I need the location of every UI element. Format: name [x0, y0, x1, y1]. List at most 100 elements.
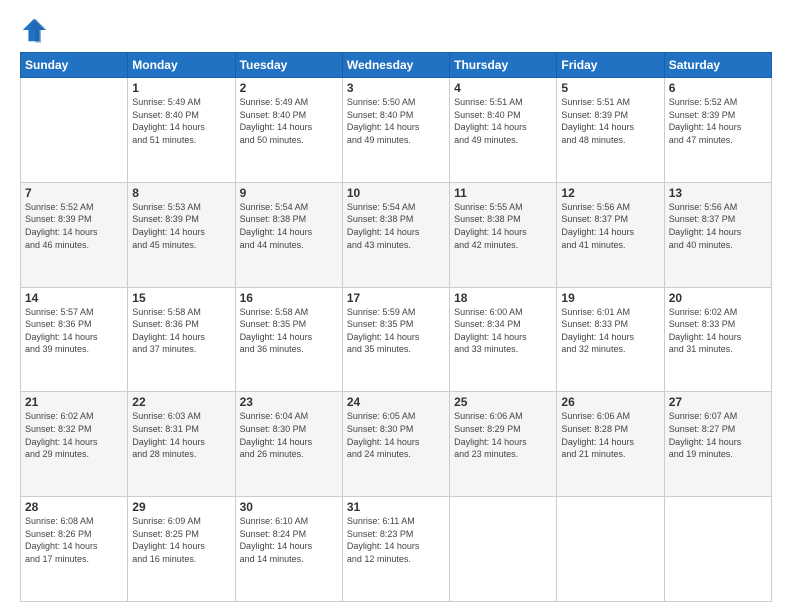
day-number: 30	[240, 500, 338, 514]
day-cell: 9Sunrise: 5:54 AM Sunset: 8:38 PM Daylig…	[235, 182, 342, 287]
day-number: 5	[561, 81, 659, 95]
header	[20, 16, 772, 44]
day-info: Sunrise: 5:56 AM Sunset: 8:37 PM Dayligh…	[561, 201, 659, 251]
day-cell	[21, 78, 128, 183]
day-info: Sunrise: 6:02 AM Sunset: 8:33 PM Dayligh…	[669, 306, 767, 356]
day-info: Sunrise: 6:00 AM Sunset: 8:34 PM Dayligh…	[454, 306, 552, 356]
logo	[20, 16, 52, 44]
day-info: Sunrise: 6:09 AM Sunset: 8:25 PM Dayligh…	[132, 515, 230, 565]
calendar-header: SundayMondayTuesdayWednesdayThursdayFrid…	[21, 53, 772, 78]
day-cell: 23Sunrise: 6:04 AM Sunset: 8:30 PM Dayli…	[235, 392, 342, 497]
day-cell: 24Sunrise: 6:05 AM Sunset: 8:30 PM Dayli…	[342, 392, 449, 497]
day-cell: 14Sunrise: 5:57 AM Sunset: 8:36 PM Dayli…	[21, 287, 128, 392]
day-info: Sunrise: 5:59 AM Sunset: 8:35 PM Dayligh…	[347, 306, 445, 356]
day-info: Sunrise: 5:51 AM Sunset: 8:40 PM Dayligh…	[454, 96, 552, 146]
calendar-body: 1Sunrise: 5:49 AM Sunset: 8:40 PM Daylig…	[21, 78, 772, 602]
day-cell: 22Sunrise: 6:03 AM Sunset: 8:31 PM Dayli…	[128, 392, 235, 497]
day-info: Sunrise: 5:49 AM Sunset: 8:40 PM Dayligh…	[132, 96, 230, 146]
day-cell: 18Sunrise: 6:00 AM Sunset: 8:34 PM Dayli…	[450, 287, 557, 392]
day-number: 12	[561, 186, 659, 200]
header-cell-thursday: Thursday	[450, 53, 557, 78]
day-cell: 8Sunrise: 5:53 AM Sunset: 8:39 PM Daylig…	[128, 182, 235, 287]
day-info: Sunrise: 6:08 AM Sunset: 8:26 PM Dayligh…	[25, 515, 123, 565]
day-info: Sunrise: 5:55 AM Sunset: 8:38 PM Dayligh…	[454, 201, 552, 251]
day-number: 15	[132, 291, 230, 305]
day-number: 11	[454, 186, 552, 200]
day-number: 31	[347, 500, 445, 514]
day-number: 9	[240, 186, 338, 200]
day-cell	[664, 497, 771, 602]
day-number: 27	[669, 395, 767, 409]
week-row-0: 1Sunrise: 5:49 AM Sunset: 8:40 PM Daylig…	[21, 78, 772, 183]
day-cell: 1Sunrise: 5:49 AM Sunset: 8:40 PM Daylig…	[128, 78, 235, 183]
day-number: 6	[669, 81, 767, 95]
day-number: 21	[25, 395, 123, 409]
day-info: Sunrise: 6:02 AM Sunset: 8:32 PM Dayligh…	[25, 410, 123, 460]
day-cell: 20Sunrise: 6:02 AM Sunset: 8:33 PM Dayli…	[664, 287, 771, 392]
day-cell: 12Sunrise: 5:56 AM Sunset: 8:37 PM Dayli…	[557, 182, 664, 287]
day-number: 29	[132, 500, 230, 514]
header-cell-wednesday: Wednesday	[342, 53, 449, 78]
day-info: Sunrise: 6:11 AM Sunset: 8:23 PM Dayligh…	[347, 515, 445, 565]
day-cell: 31Sunrise: 6:11 AM Sunset: 8:23 PM Dayli…	[342, 497, 449, 602]
day-info: Sunrise: 5:58 AM Sunset: 8:36 PM Dayligh…	[132, 306, 230, 356]
day-cell	[450, 497, 557, 602]
day-info: Sunrise: 5:58 AM Sunset: 8:35 PM Dayligh…	[240, 306, 338, 356]
day-info: Sunrise: 5:54 AM Sunset: 8:38 PM Dayligh…	[240, 201, 338, 251]
day-number: 23	[240, 395, 338, 409]
day-number: 4	[454, 81, 552, 95]
day-cell: 17Sunrise: 5:59 AM Sunset: 8:35 PM Dayli…	[342, 287, 449, 392]
day-info: Sunrise: 6:06 AM Sunset: 8:29 PM Dayligh…	[454, 410, 552, 460]
day-info: Sunrise: 5:49 AM Sunset: 8:40 PM Dayligh…	[240, 96, 338, 146]
day-info: Sunrise: 5:50 AM Sunset: 8:40 PM Dayligh…	[347, 96, 445, 146]
day-number: 14	[25, 291, 123, 305]
day-number: 18	[454, 291, 552, 305]
logo-icon	[20, 16, 48, 44]
day-info: Sunrise: 6:07 AM Sunset: 8:27 PM Dayligh…	[669, 410, 767, 460]
day-cell: 27Sunrise: 6:07 AM Sunset: 8:27 PM Dayli…	[664, 392, 771, 497]
day-info: Sunrise: 5:52 AM Sunset: 8:39 PM Dayligh…	[669, 96, 767, 146]
day-cell: 19Sunrise: 6:01 AM Sunset: 8:33 PM Dayli…	[557, 287, 664, 392]
day-info: Sunrise: 6:01 AM Sunset: 8:33 PM Dayligh…	[561, 306, 659, 356]
day-info: Sunrise: 6:10 AM Sunset: 8:24 PM Dayligh…	[240, 515, 338, 565]
day-cell: 28Sunrise: 6:08 AM Sunset: 8:26 PM Dayli…	[21, 497, 128, 602]
day-info: Sunrise: 5:56 AM Sunset: 8:37 PM Dayligh…	[669, 201, 767, 251]
day-number: 1	[132, 81, 230, 95]
day-cell: 26Sunrise: 6:06 AM Sunset: 8:28 PM Dayli…	[557, 392, 664, 497]
day-cell: 25Sunrise: 6:06 AM Sunset: 8:29 PM Dayli…	[450, 392, 557, 497]
day-number: 2	[240, 81, 338, 95]
day-cell: 6Sunrise: 5:52 AM Sunset: 8:39 PM Daylig…	[664, 78, 771, 183]
header-cell-friday: Friday	[557, 53, 664, 78]
day-number: 17	[347, 291, 445, 305]
header-cell-sunday: Sunday	[21, 53, 128, 78]
day-cell	[557, 497, 664, 602]
header-cell-saturday: Saturday	[664, 53, 771, 78]
header-cell-monday: Monday	[128, 53, 235, 78]
day-number: 7	[25, 186, 123, 200]
week-row-1: 7Sunrise: 5:52 AM Sunset: 8:39 PM Daylig…	[21, 182, 772, 287]
day-info: Sunrise: 6:06 AM Sunset: 8:28 PM Dayligh…	[561, 410, 659, 460]
day-info: Sunrise: 5:54 AM Sunset: 8:38 PM Dayligh…	[347, 201, 445, 251]
day-cell: 4Sunrise: 5:51 AM Sunset: 8:40 PM Daylig…	[450, 78, 557, 183]
day-cell: 5Sunrise: 5:51 AM Sunset: 8:39 PM Daylig…	[557, 78, 664, 183]
day-cell: 10Sunrise: 5:54 AM Sunset: 8:38 PM Dayli…	[342, 182, 449, 287]
day-cell: 29Sunrise: 6:09 AM Sunset: 8:25 PM Dayli…	[128, 497, 235, 602]
day-cell: 3Sunrise: 5:50 AM Sunset: 8:40 PM Daylig…	[342, 78, 449, 183]
header-cell-tuesday: Tuesday	[235, 53, 342, 78]
day-number: 26	[561, 395, 659, 409]
week-row-2: 14Sunrise: 5:57 AM Sunset: 8:36 PM Dayli…	[21, 287, 772, 392]
day-cell: 13Sunrise: 5:56 AM Sunset: 8:37 PM Dayli…	[664, 182, 771, 287]
day-cell: 30Sunrise: 6:10 AM Sunset: 8:24 PM Dayli…	[235, 497, 342, 602]
day-cell: 21Sunrise: 6:02 AM Sunset: 8:32 PM Dayli…	[21, 392, 128, 497]
day-info: Sunrise: 6:03 AM Sunset: 8:31 PM Dayligh…	[132, 410, 230, 460]
day-number: 10	[347, 186, 445, 200]
calendar-table: SundayMondayTuesdayWednesdayThursdayFrid…	[20, 52, 772, 602]
day-info: Sunrise: 6:04 AM Sunset: 8:30 PM Dayligh…	[240, 410, 338, 460]
day-info: Sunrise: 6:05 AM Sunset: 8:30 PM Dayligh…	[347, 410, 445, 460]
day-number: 19	[561, 291, 659, 305]
day-number: 28	[25, 500, 123, 514]
day-number: 20	[669, 291, 767, 305]
day-info: Sunrise: 5:52 AM Sunset: 8:39 PM Dayligh…	[25, 201, 123, 251]
day-number: 16	[240, 291, 338, 305]
day-number: 3	[347, 81, 445, 95]
